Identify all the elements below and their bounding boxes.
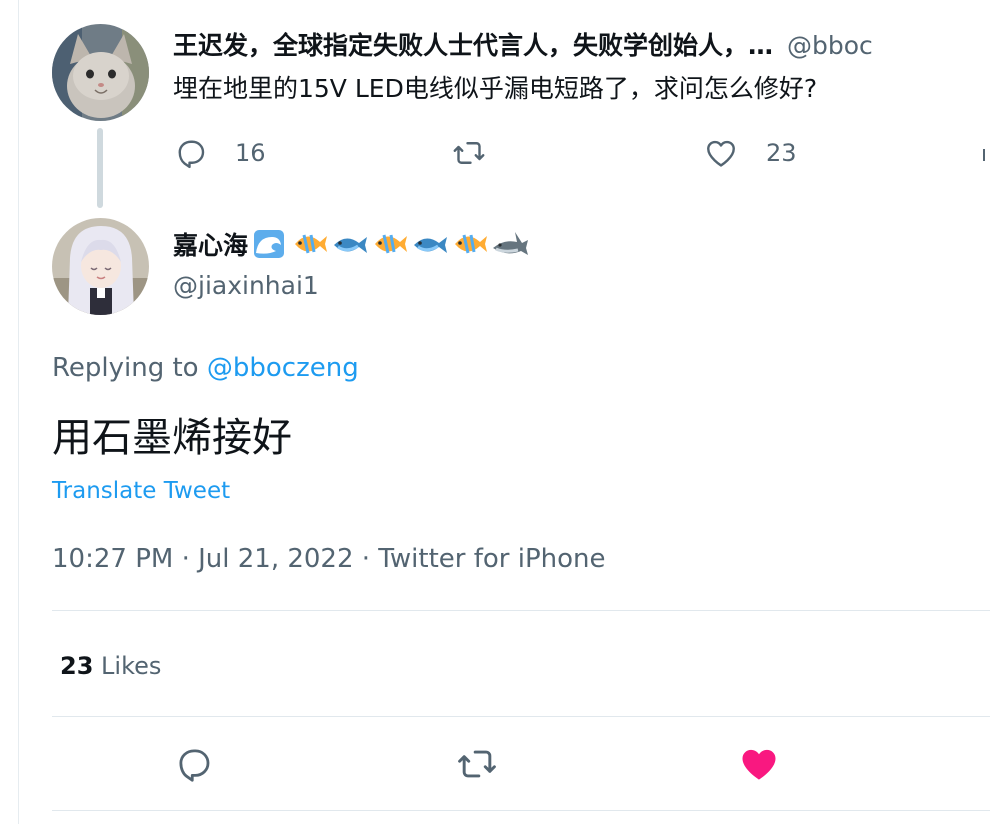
- water-wave-icon: [254, 230, 285, 258]
- tropical-fish-icon: [455, 234, 488, 254]
- parent-author-name[interactable]: 王迟发，全球指定失败人士代言人，失败学创始人，…: [173, 31, 773, 60]
- reply-author-row[interactable]: 嘉心海: [173, 222, 530, 266]
- translate-tweet-link[interactable]: Translate Tweet: [52, 473, 230, 509]
- retweet-icon: [454, 742, 500, 786]
- replying-to-line: Replying to @bboczeng: [52, 348, 359, 388]
- reply-button[interactable]: [173, 742, 215, 786]
- parent-like-button[interactable]: 23: [702, 133, 797, 173]
- parent-author-row[interactable]: 王迟发，全球指定失败人士代言人，失败学创始人，… @bboc: [173, 26, 990, 66]
- fish-icon: [414, 237, 448, 253]
- name-emoji-list: [250, 227, 530, 261]
- likes-stat[interactable]: 23 Likes: [60, 646, 161, 686]
- divider: [52, 810, 990, 811]
- fish-icon: [334, 237, 368, 253]
- divider: [52, 610, 990, 611]
- replying-to-prefix: Replying to: [52, 353, 199, 383]
- reply-author-name[interactable]: 嘉心海: [173, 226, 248, 262]
- tweet-timestamp[interactable]: 10:27 PM · Jul 21, 2022 · Twitter for iP…: [52, 538, 606, 580]
- parent-retweet-button[interactable]: [450, 133, 488, 173]
- reply-author-avatar[interactable]: [52, 218, 149, 315]
- parent-share-button[interactable]: [982, 133, 990, 173]
- reply-tweet-text: 用石墨烯接好: [52, 415, 292, 461]
- parent-tweet-text: 埋在地里的15V LED电线似乎漏电短路了，求问怎么修好?: [173, 74, 818, 103]
- likes-count: 23: [60, 652, 94, 680]
- like-button[interactable]: [736, 742, 782, 786]
- reply-author-handle[interactable]: @jiaxinhai1: [173, 266, 319, 306]
- tropical-fish-icon: [295, 234, 328, 254]
- retweet-button[interactable]: [454, 742, 500, 786]
- parent-reply-count: 16: [235, 139, 266, 167]
- parent-like-count: 23: [766, 139, 797, 167]
- divider: [52, 716, 990, 717]
- tropical-fish-icon: [375, 234, 408, 254]
- share-icon: [982, 135, 990, 171]
- thread-connector-line: [97, 128, 103, 208]
- parent-author-avatar[interactable]: [52, 24, 149, 121]
- replying-to-mention-link[interactable]: @bboczeng: [207, 353, 359, 383]
- likes-label: Likes: [101, 652, 162, 680]
- heart-outline-icon: [702, 135, 740, 171]
- tweet-detail-view: 王迟发，全球指定失败人士代言人，失败学创始人，… @bboc 埋在地里的15V L…: [0, 0, 990, 824]
- reply-icon: [173, 135, 209, 171]
- parent-author-handle[interactable]: @bboc: [787, 31, 873, 60]
- reply-icon: [173, 742, 215, 786]
- parent-reply-button[interactable]: 16: [173, 133, 266, 173]
- column-border: [18, 0, 19, 824]
- retweet-icon: [450, 135, 488, 171]
- heart-filled-icon: [736, 742, 782, 786]
- shark-icon: [493, 232, 529, 255]
